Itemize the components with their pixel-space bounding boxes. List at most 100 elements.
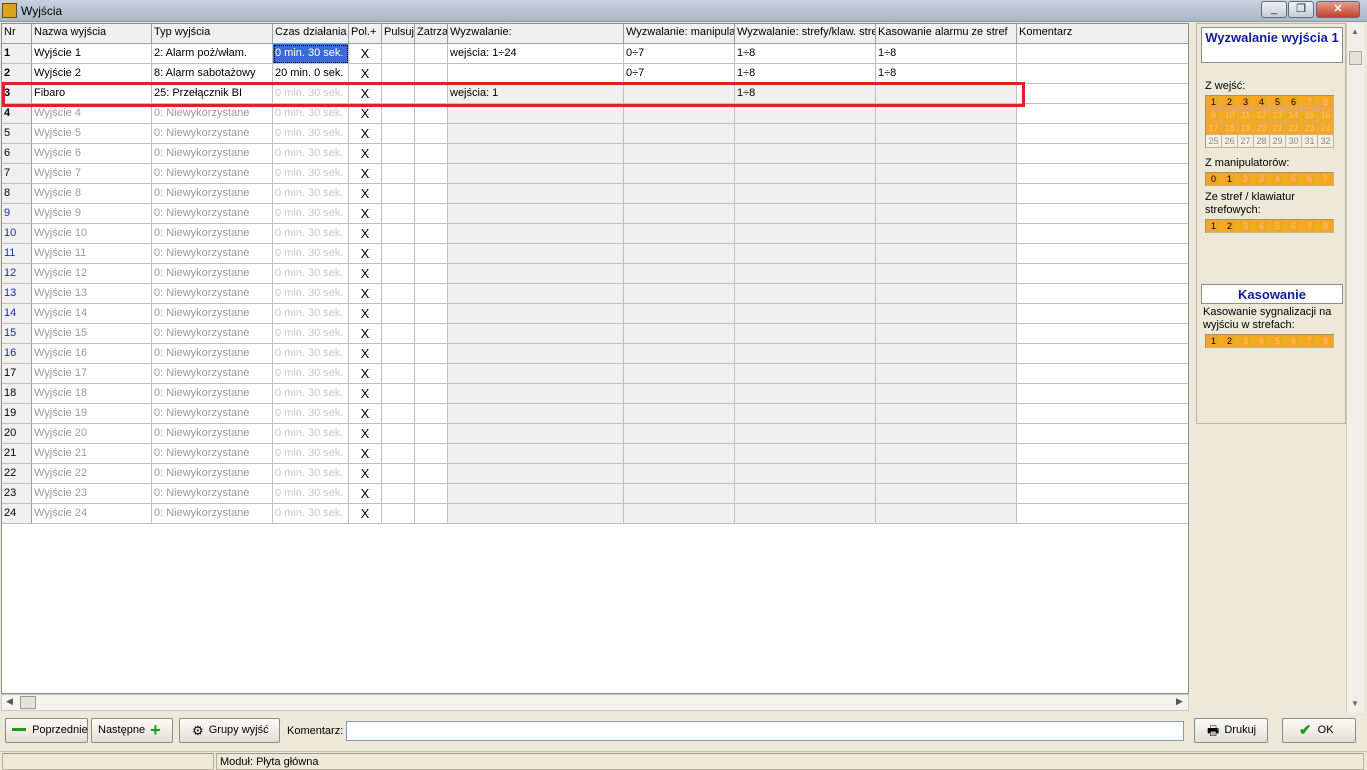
- cell-nr[interactable]: 7: [2, 164, 32, 184]
- cell-name[interactable]: Wyjście 2: [32, 64, 152, 84]
- horizontal-scrollbar[interactable]: ◀ ▶: [1, 694, 1189, 711]
- cell-comment[interactable]: [1017, 324, 1188, 344]
- cell-pulse[interactable]: [382, 344, 415, 364]
- header-col-pol[interactable]: Pol.+: [349, 24, 382, 44]
- cell-name[interactable]: Wyjście 18: [32, 384, 152, 404]
- cell-trigger[interactable]: [448, 264, 624, 284]
- option-cell[interactable]: 31: [1302, 135, 1318, 148]
- option-cell[interactable]: 29: [1270, 135, 1286, 148]
- cell-pol[interactable]: X: [349, 504, 382, 524]
- cell-trigger-keypad[interactable]: 0÷7: [624, 44, 735, 64]
- cell-nr[interactable]: 20: [2, 424, 32, 444]
- keypads-grid[interactable]: 01234567: [1205, 172, 1334, 186]
- cell-name[interactable]: Wyjście 9: [32, 204, 152, 224]
- cell-latch[interactable]: [415, 144, 448, 164]
- cell-trigger[interactable]: wejścia: 1÷24: [448, 44, 624, 64]
- cell-trigger-zones[interactable]: [735, 284, 876, 304]
- cell-trigger[interactable]: [448, 104, 624, 124]
- cell-type[interactable]: 0: Niewykorzystane: [152, 444, 273, 464]
- option-cell[interactable]: 6: [1286, 220, 1302, 233]
- option-cell[interactable]: 4: [1254, 96, 1270, 109]
- cell-reset[interactable]: [876, 244, 1017, 264]
- cell-type[interactable]: 0: Niewykorzystane: [152, 424, 273, 444]
- cell-latch[interactable]: [415, 64, 448, 84]
- cell-reset[interactable]: [876, 504, 1017, 524]
- cell-name[interactable]: Wyjście 6: [32, 144, 152, 164]
- option-cell[interactable]: 25: [1206, 135, 1222, 148]
- cell-trigger-keypad[interactable]: [624, 484, 735, 504]
- cell-trigger-keypad[interactable]: [624, 164, 735, 184]
- cell-nr[interactable]: 12: [2, 264, 32, 284]
- cell-name[interactable]: Wyjście 17: [32, 364, 152, 384]
- option-cell[interactable]: 8: [1318, 96, 1334, 109]
- cell-pol[interactable]: X: [349, 64, 382, 84]
- cell-comment[interactable]: [1017, 164, 1188, 184]
- cell-time[interactable]: 0 min. 30 sek.: [273, 464, 349, 484]
- cell-nr[interactable]: 11: [2, 244, 32, 264]
- cell-name[interactable]: Wyjście 7: [32, 164, 152, 184]
- option-cell[interactable]: 3: [1238, 335, 1254, 348]
- cell-type[interactable]: 0: Niewykorzystane: [152, 304, 273, 324]
- cell-reset[interactable]: [876, 404, 1017, 424]
- cell-latch[interactable]: [415, 364, 448, 384]
- cell-name[interactable]: Wyjście 1: [32, 44, 152, 64]
- table-row[interactable]: 14 Wyjście 14 0: Niewykorzystane 0 min. 30 …: [2, 304, 1188, 324]
- cell-pol[interactable]: X: [349, 484, 382, 504]
- cell-trigger-zones[interactable]: [735, 144, 876, 164]
- cell-type[interactable]: 0: Niewykorzystane: [152, 244, 273, 264]
- cell-pulse[interactable]: [382, 164, 415, 184]
- cell-name[interactable]: Wyjście 19: [32, 404, 152, 424]
- comment-input[interactable]: [346, 721, 1184, 741]
- cell-trigger-zones[interactable]: [735, 504, 876, 524]
- cell-comment[interactable]: [1017, 404, 1188, 424]
- cell-latch[interactable]: [415, 304, 448, 324]
- cell-trigger[interactable]: [448, 444, 624, 464]
- cell-nr[interactable]: 21: [2, 444, 32, 464]
- cell-reset[interactable]: [876, 144, 1017, 164]
- cell-pol[interactable]: X: [349, 344, 382, 364]
- cell-trigger-zones[interactable]: [735, 244, 876, 264]
- option-cell[interactable]: 9: [1206, 109, 1222, 122]
- cell-time[interactable]: 0 min. 30 sek.: [273, 484, 349, 504]
- header-col-trigger-zones[interactable]: Wyzwalanie: strefy/klaw. stre: [735, 24, 876, 44]
- option-cell[interactable]: 3: [1238, 96, 1254, 109]
- option-cell[interactable]: 8: [1318, 220, 1334, 233]
- cell-pulse[interactable]: [382, 384, 415, 404]
- cell-trigger-zones[interactable]: 1÷8: [735, 44, 876, 64]
- cell-comment[interactable]: [1017, 244, 1188, 264]
- cell-nr[interactable]: 16: [2, 344, 32, 364]
- cell-time[interactable]: 0 min. 30 sek.: [273, 104, 349, 124]
- option-cell[interactable]: 27: [1238, 135, 1254, 148]
- cell-time[interactable]: 0 min. 30 sek.: [273, 304, 349, 324]
- cell-type[interactable]: 0: Niewykorzystane: [152, 504, 273, 524]
- cell-trigger-zones[interactable]: [735, 464, 876, 484]
- cell-trigger-keypad[interactable]: [624, 204, 735, 224]
- cell-nr[interactable]: 1: [2, 44, 32, 64]
- table-row[interactable]: 22 Wyjście 22 0: Niewykorzystane 0 min. 30 …: [2, 464, 1188, 484]
- vertical-scrollbar[interactable]: ▲ ▼: [1346, 23, 1364, 713]
- cell-reset[interactable]: [876, 124, 1017, 144]
- cell-trigger-keypad[interactable]: [624, 124, 735, 144]
- cell-pol[interactable]: X: [349, 84, 382, 104]
- table-row[interactable]: 12 Wyjście 12 0: Niewykorzystane 0 min. 30 …: [2, 264, 1188, 284]
- table-row[interactable]: 1 Wyjście 1 2: Alarm poż/włam. 0 min. 30 se…: [2, 44, 1188, 64]
- vertical-scroll-thumb[interactable]: [1349, 51, 1362, 65]
- cell-trigger-keypad[interactable]: [624, 384, 735, 404]
- cell-type[interactable]: 0: Niewykorzystane: [152, 104, 273, 124]
- table-row[interactable]: 9 Wyjście 9 0: Niewykorzystane 0 min. 30 se…: [2, 204, 1188, 224]
- header-col-name[interactable]: Nazwa wyjścia: [32, 24, 152, 44]
- cell-trigger-zones[interactable]: [735, 404, 876, 424]
- cell-pulse[interactable]: [382, 484, 415, 504]
- cell-latch[interactable]: [415, 84, 448, 104]
- cell-time[interactable]: 0 min. 30 sek.: [273, 284, 349, 304]
- table-row[interactable]: 6 Wyjście 6 0: Niewykorzystane 0 min. 30 se…: [2, 144, 1188, 164]
- cell-pulse[interactable]: [382, 144, 415, 164]
- cell-latch[interactable]: [415, 324, 448, 344]
- cell-trigger[interactable]: [448, 244, 624, 264]
- cell-pol[interactable]: X: [349, 424, 382, 444]
- cell-trigger[interactable]: [448, 484, 624, 504]
- cell-comment[interactable]: [1017, 464, 1188, 484]
- cell-trigger-keypad[interactable]: [624, 344, 735, 364]
- cell-trigger[interactable]: [448, 364, 624, 384]
- cell-time[interactable]: 0 min. 30 sek.: [273, 264, 349, 284]
